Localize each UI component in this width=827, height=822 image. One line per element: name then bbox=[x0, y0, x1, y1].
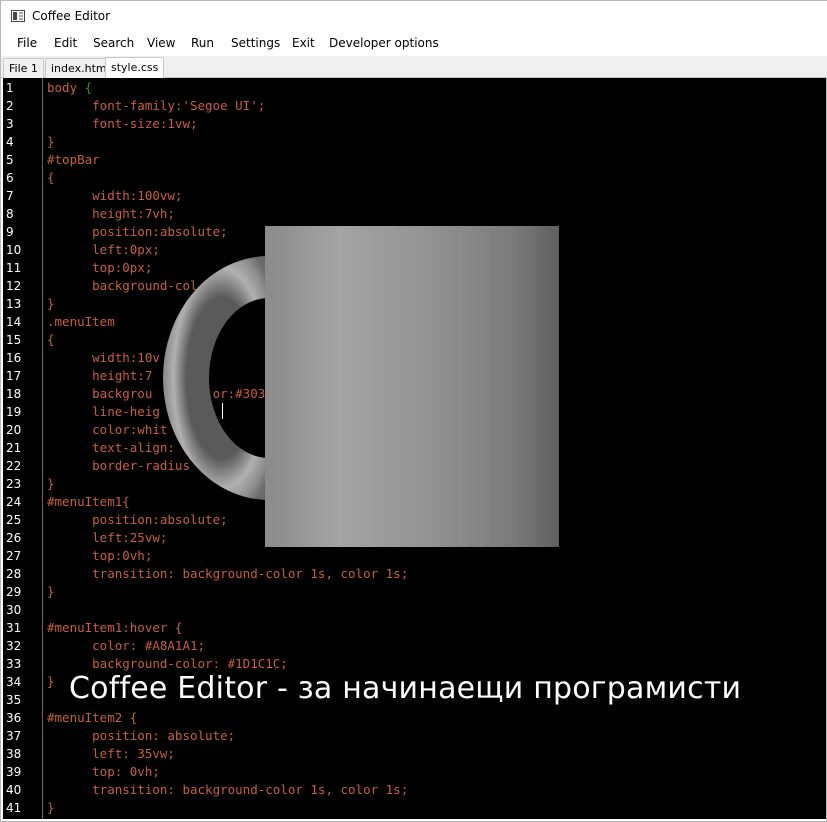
code-line: transition: background-color 1s, color 1… bbox=[47, 566, 409, 581]
line-number: 13 bbox=[6, 297, 22, 311]
line-number: 36 bbox=[6, 711, 22, 725]
code-line: top: 0vh; bbox=[47, 764, 160, 779]
menu-developer-options[interactable]: Developer options bbox=[329, 36, 439, 50]
code-line: transition: background-color 1s, color 1… bbox=[47, 782, 409, 797]
app-icon bbox=[11, 10, 25, 22]
code-line: height:7vh; bbox=[47, 206, 175, 221]
code-line: line-heig bbox=[47, 404, 160, 419]
line-number: 27 bbox=[6, 549, 22, 563]
code-line: left: 35vw; bbox=[47, 746, 175, 761]
line-number: 32 bbox=[6, 639, 22, 653]
code-line: } bbox=[47, 800, 55, 815]
code-line: position: absolute; bbox=[47, 728, 236, 743]
line-number: 20 bbox=[6, 423, 22, 437]
line-number: 40 bbox=[6, 783, 22, 797]
title-bar: Coffee Editor bbox=[1, 1, 827, 32]
line-number: 14 bbox=[6, 315, 22, 329]
tab-bar: File 1 index.html style.css bbox=[1, 56, 827, 78]
line-number: 6 bbox=[6, 171, 14, 185]
code-line: } bbox=[47, 296, 55, 311]
coffee-mug-icon bbox=[163, 226, 559, 547]
line-number: 1 bbox=[6, 81, 14, 95]
code-line: #menuItem2 { bbox=[47, 710, 138, 725]
menu-bar: File Edit Search View Run Settings Exit … bbox=[1, 32, 827, 56]
code-line: height:7 bbox=[47, 368, 153, 383]
code-line: text-align: bbox=[47, 440, 175, 455]
menu-exit[interactable]: Exit bbox=[292, 36, 315, 50]
code-line: #topBar bbox=[47, 152, 100, 167]
code-line: #menuItem1{ bbox=[47, 494, 130, 509]
code-editor[interactable]: 1 2 3 4 5 6 7 8 9 10 11 12 13 14 15 16 17 18 19 20 21 22 23 24 2… bbox=[3, 78, 826, 819]
line-number-gutter: 1 2 3 4 5 6 7 8 9 10 11 12 13 14 15 16 17 18 19 20 21 22 23 24 2… bbox=[3, 78, 43, 819]
line-number: 5 bbox=[6, 153, 14, 167]
line-number: 38 bbox=[6, 747, 22, 761]
editor-window: Coffee Editor File Edit Search View Run … bbox=[0, 0, 827, 822]
line-number: 9 bbox=[6, 225, 14, 239]
menu-file[interactable]: File bbox=[17, 36, 37, 50]
line-number: 41 bbox=[6, 801, 22, 815]
code-line: { bbox=[47, 332, 55, 347]
line-number: 11 bbox=[6, 261, 22, 275]
line-number: 23 bbox=[6, 477, 22, 491]
code-line: top:0px; bbox=[47, 260, 153, 275]
code-line: color:whit bbox=[47, 422, 168, 437]
line-number: 37 bbox=[6, 729, 22, 743]
code-line: color: #A8A1A1; bbox=[47, 638, 206, 653]
line-number: 31 bbox=[6, 621, 22, 635]
code-line: top:0vh; bbox=[47, 548, 153, 563]
code-line: } bbox=[47, 134, 55, 149]
window-title: Coffee Editor bbox=[32, 9, 111, 23]
code-line: width:10v bbox=[47, 350, 160, 365]
menu-edit[interactable]: Edit bbox=[54, 36, 77, 50]
code-line: { bbox=[47, 170, 55, 185]
line-number: 29 bbox=[6, 585, 22, 599]
line-number: 26 bbox=[6, 531, 22, 545]
line-number: 2 bbox=[6, 99, 14, 113]
menu-run[interactable]: Run bbox=[191, 36, 214, 50]
code-line: } bbox=[47, 476, 55, 491]
line-number: 35 bbox=[6, 693, 22, 707]
line-number: 4 bbox=[6, 135, 14, 149]
line-number: 18 bbox=[6, 387, 22, 401]
code-line: .menuItem bbox=[47, 314, 115, 329]
line-number: 33 bbox=[6, 657, 22, 671]
line-number: 21 bbox=[6, 441, 22, 455]
line-number: 22 bbox=[6, 459, 22, 473]
code-line: } bbox=[47, 674, 55, 689]
line-number: 30 bbox=[6, 603, 22, 617]
code-line: font-size:1vw; bbox=[47, 116, 198, 131]
line-number: 34 bbox=[6, 675, 22, 689]
code-line: left:0px; bbox=[47, 242, 160, 257]
line-number: 10 bbox=[6, 243, 22, 257]
code-line: #menuItem1:hover { bbox=[47, 620, 183, 635]
tab-style-css[interactable]: style.css bbox=[105, 57, 165, 78]
line-number: 16 bbox=[6, 351, 22, 365]
line-number: 19 bbox=[6, 405, 22, 419]
line-number: 28 bbox=[6, 567, 22, 581]
line-number: 24 bbox=[6, 495, 22, 509]
code-line: font-family:'Segoe UI'; bbox=[47, 98, 266, 113]
code-line: width:100vw; bbox=[47, 188, 183, 203]
tab-file-1[interactable]: File 1 bbox=[3, 58, 44, 78]
line-number: 8 bbox=[6, 207, 14, 221]
code-line: left:25vw; bbox=[47, 530, 168, 545]
menu-settings[interactable]: Settings bbox=[231, 36, 280, 50]
line-number: 39 bbox=[6, 765, 22, 779]
code-line: body { bbox=[47, 80, 93, 95]
line-number: 25 bbox=[6, 513, 22, 527]
splash-caption: Coffee Editor - за начинаещи програмисти bbox=[69, 671, 742, 706]
line-number: 7 bbox=[6, 189, 14, 203]
menu-search[interactable]: Search bbox=[93, 36, 134, 50]
code-line: } bbox=[47, 584, 55, 599]
menu-view[interactable]: View bbox=[147, 36, 175, 50]
line-number: 17 bbox=[6, 369, 22, 383]
line-number: 3 bbox=[6, 117, 14, 131]
line-number: 12 bbox=[6, 279, 22, 293]
line-number: 15 bbox=[6, 333, 22, 347]
